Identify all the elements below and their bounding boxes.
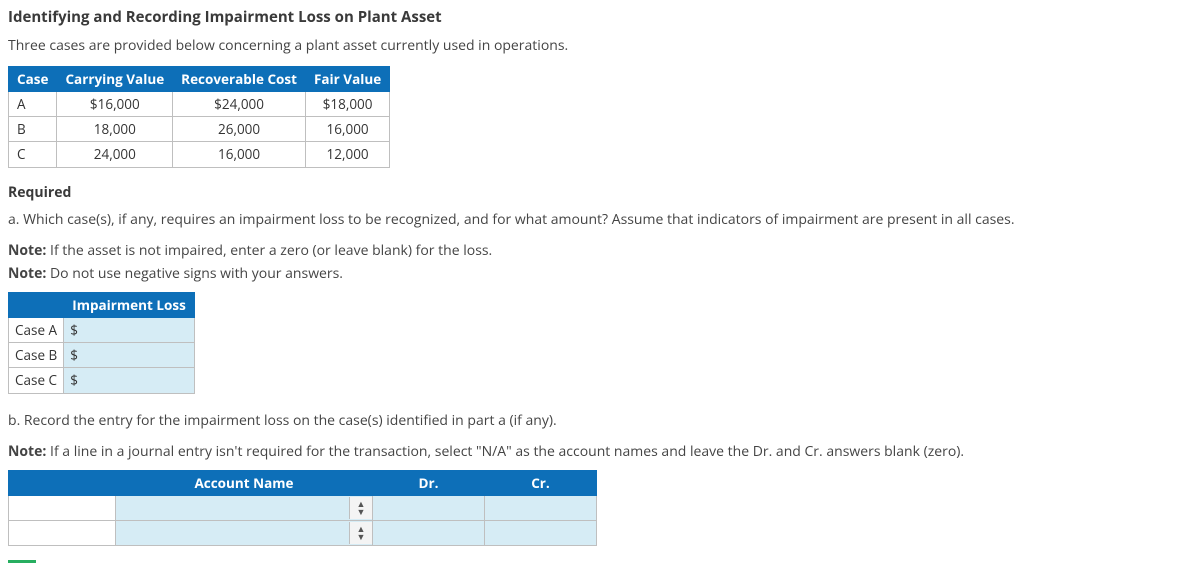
page-title: Identifying and Recording Impairment Los…	[8, 6, 1192, 29]
impairment-input-c[interactable]: $	[64, 368, 195, 393]
col-carrying: Carrying Value	[57, 66, 173, 91]
table-row: A $16,000 $24,000 $18,000	[9, 91, 390, 116]
cell: 26,000	[173, 117, 306, 142]
table-row: Case C $	[9, 368, 195, 393]
stepper-icon[interactable]: ▲ ▼	[349, 522, 372, 544]
impairment-input-a[interactable]: $	[64, 317, 195, 342]
cr-input-2[interactable]	[485, 521, 597, 546]
row-label: Case A	[9, 317, 64, 342]
col-fair: Fair Value	[305, 66, 389, 91]
col-dr: Dr.	[373, 470, 485, 495]
blank-header	[9, 292, 64, 317]
row-leader	[9, 495, 116, 520]
currency-symbol: $	[70, 321, 78, 339]
blank-header	[9, 470, 116, 495]
journal-entry-table: Account Name Dr. Cr. ▲ ▼ ▲ ▼	[8, 470, 597, 547]
note-body: If a line in a journal entry isn't requi…	[46, 442, 964, 461]
table-row: C 24,000 16,000 12,000	[9, 142, 390, 167]
cell: $16,000	[57, 91, 173, 116]
cr-field-1[interactable]	[504, 498, 578, 518]
account-name-select-2[interactable]: ▲ ▼	[116, 521, 373, 546]
intro-text: Three cases are provided below concernin…	[8, 35, 1192, 56]
cell: 18,000	[57, 117, 173, 142]
cell: $18,000	[305, 91, 389, 116]
col-account-name: Account Name	[116, 470, 373, 495]
table-row: B 18,000 26,000 16,000	[9, 117, 390, 142]
note-3: Note: If a line in a journal entry isn't…	[8, 441, 1192, 462]
row-leader	[9, 521, 116, 546]
note-body: If the asset is not impaired, enter a ze…	[46, 241, 492, 260]
table-row: ▲ ▼	[9, 521, 597, 546]
table-row: Case B $	[9, 343, 195, 368]
table-row: Case A $	[9, 317, 195, 342]
impairment-input-b[interactable]: $	[64, 343, 195, 368]
impairment-field-a[interactable]	[82, 320, 166, 340]
cr-field-2[interactable]	[504, 523, 578, 543]
cr-input-1[interactable]	[485, 495, 597, 520]
cell: 24,000	[57, 142, 173, 167]
row-label: Case B	[9, 343, 64, 368]
col-case: Case	[9, 66, 57, 91]
note-1: Note: If the asset is not impaired, ente…	[8, 240, 1192, 261]
cell: 12,000	[305, 142, 389, 167]
currency-symbol: $	[70, 346, 78, 364]
note-prefix: Note:	[8, 442, 46, 461]
chevron-down-icon: ▼	[357, 508, 366, 516]
currency-symbol: $	[70, 371, 78, 389]
note-prefix: Note:	[8, 264, 46, 283]
dr-input-2[interactable]	[373, 521, 485, 546]
cell: 16,000	[305, 117, 389, 142]
dr-field-2[interactable]	[392, 523, 466, 543]
dr-field-1[interactable]	[392, 498, 466, 518]
account-name-select-1[interactable]: ▲ ▼	[116, 495, 373, 520]
stepper-icon[interactable]: ▲ ▼	[349, 497, 372, 519]
required-heading: Required	[8, 182, 1192, 203]
progress-underline	[8, 560, 36, 563]
row-label: Case C	[9, 368, 64, 393]
impairment-header: Impairment Loss	[64, 292, 195, 317]
table-row: ▲ ▼	[9, 495, 597, 520]
cell: A	[9, 91, 57, 116]
chevron-down-icon: ▼	[357, 533, 366, 541]
cell: C	[9, 142, 57, 167]
impairment-field-b[interactable]	[82, 345, 166, 365]
cell: B	[9, 117, 57, 142]
col-recover: Recoverable Cost	[173, 66, 306, 91]
impairment-loss-table: Impairment Loss Case A $ Case B $ Case C…	[8, 292, 195, 394]
case-data-table: Case Carrying Value Recoverable Cost Fai…	[8, 66, 390, 168]
impairment-field-c[interactable]	[82, 370, 166, 390]
part-a-text: a. Which case(s), if any, requires an im…	[8, 209, 1192, 230]
note-2: Note: Do not use negative signs with you…	[8, 263, 1192, 284]
part-b-text: b. Record the entry for the impairment l…	[8, 410, 1192, 431]
cell: $24,000	[173, 91, 306, 116]
dr-input-1[interactable]	[373, 495, 485, 520]
col-cr: Cr.	[485, 470, 597, 495]
cell: 16,000	[173, 142, 306, 167]
note-prefix: Note:	[8, 241, 46, 260]
note-body: Do not use negative signs with your answ…	[46, 264, 343, 283]
